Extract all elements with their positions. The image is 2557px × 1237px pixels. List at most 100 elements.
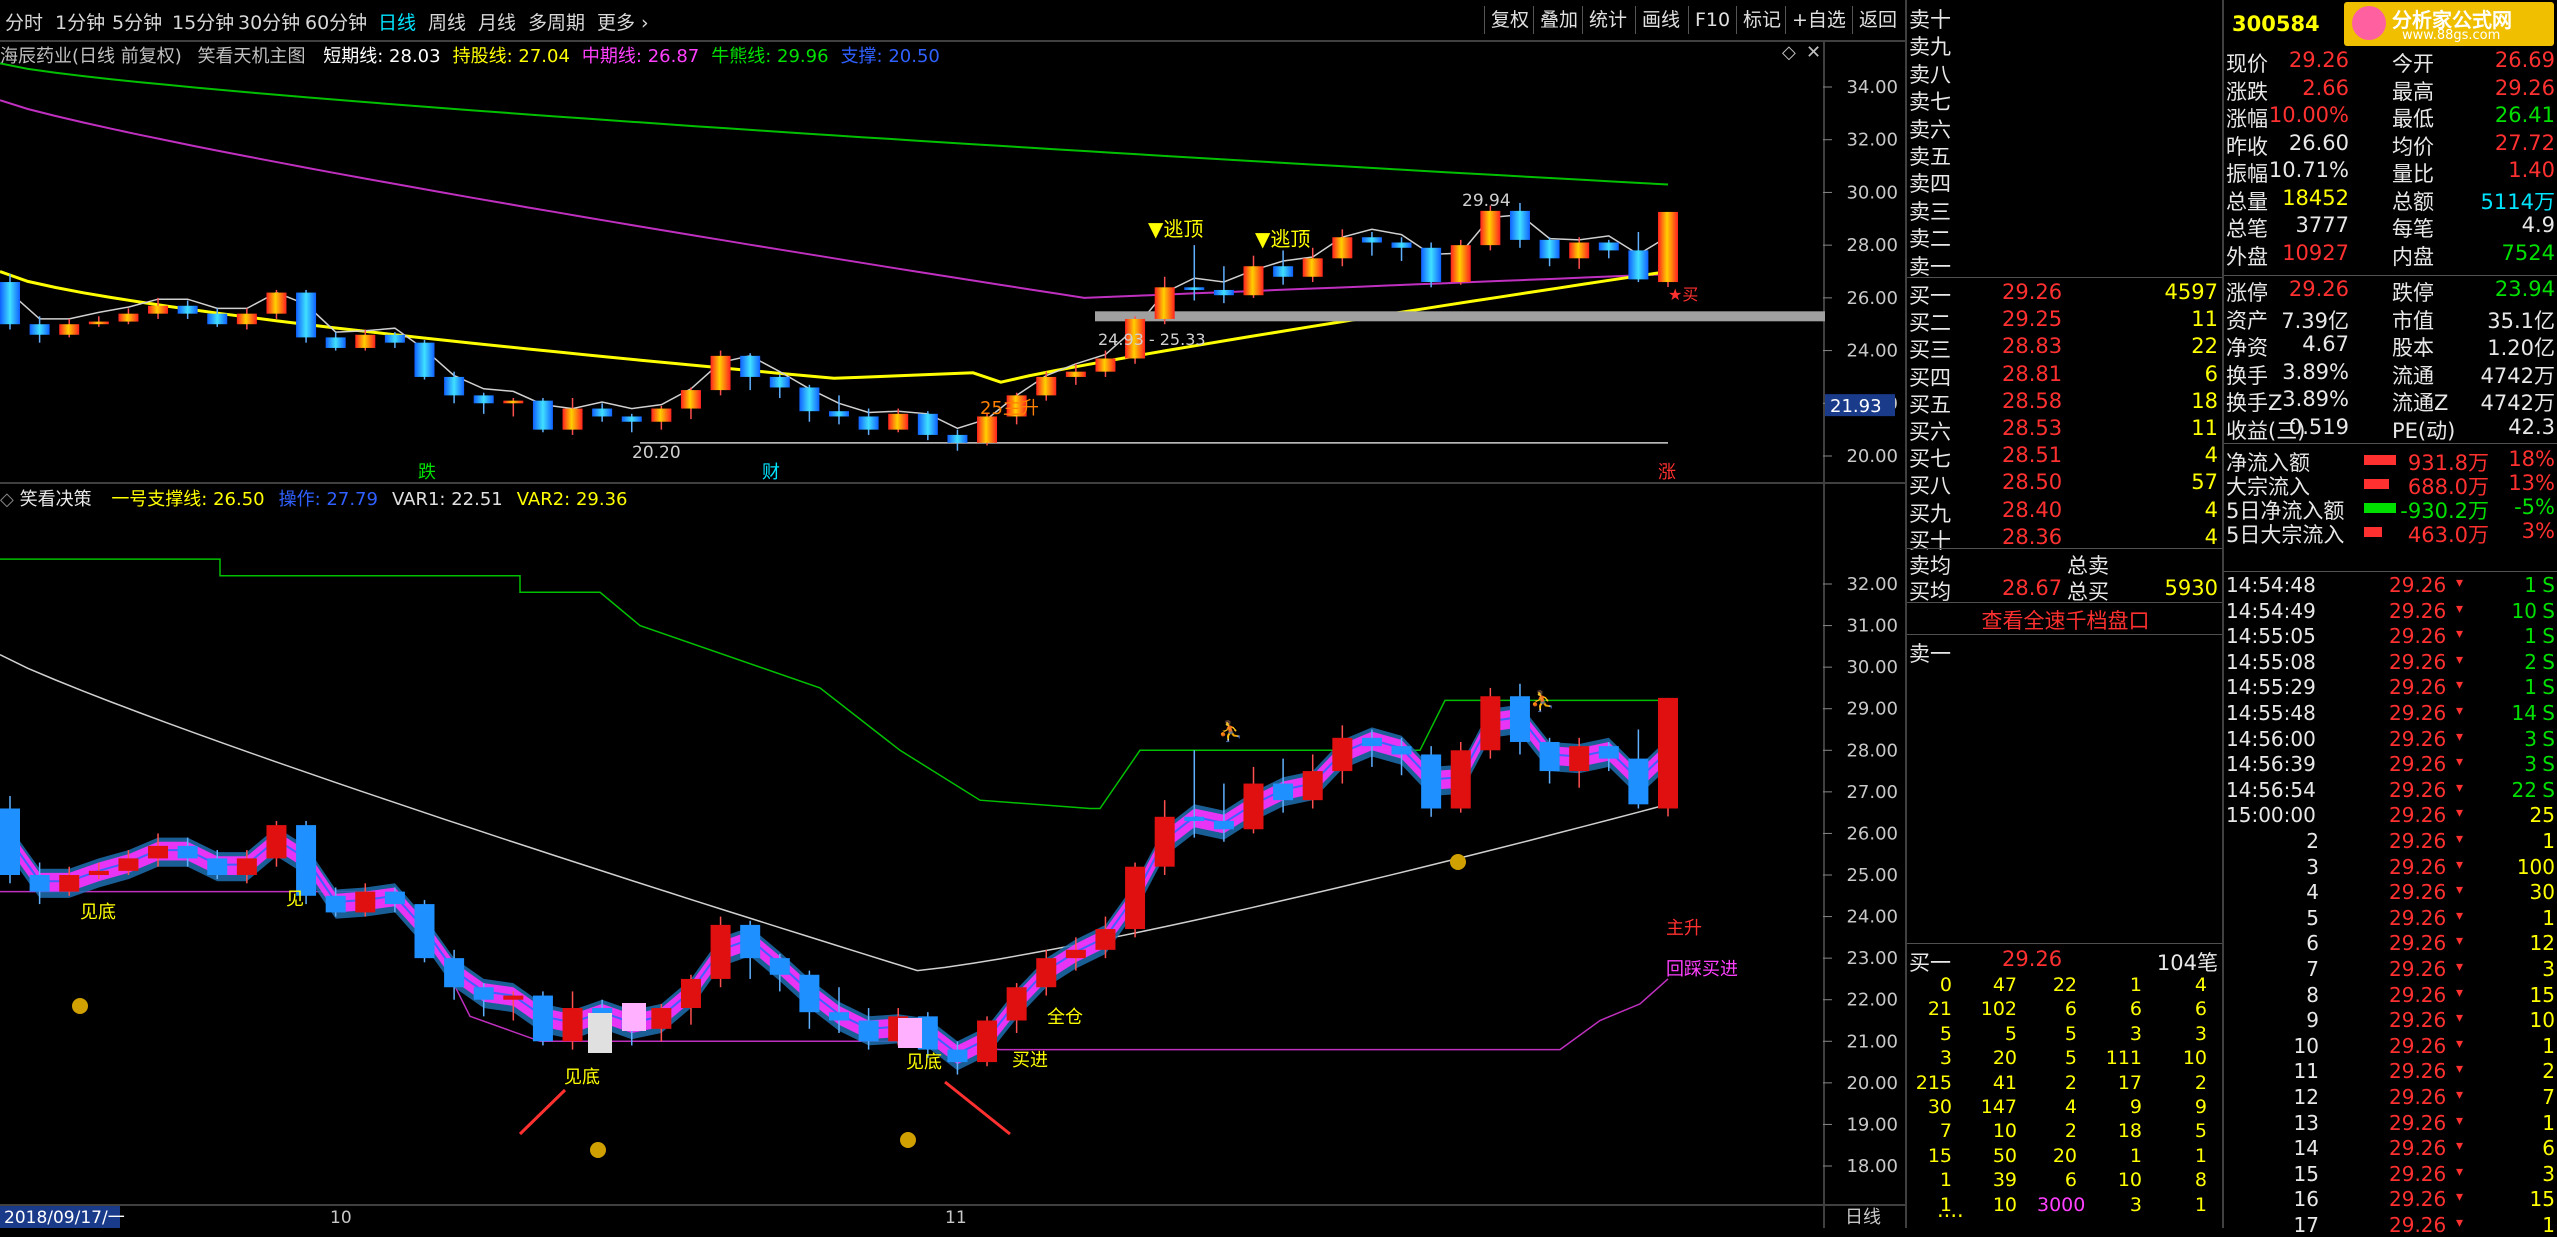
main-candle[interactable]	[1154, 287, 1175, 319]
main-candle[interactable]	[947, 434, 968, 443]
main-candle[interactable]	[1243, 266, 1264, 296]
sub-candle[interactable]	[1450, 750, 1471, 809]
main-candle[interactable]	[1539, 239, 1560, 259]
kline-chart-area[interactable]: 34.00 32.00 30.00 28.00 26.00 24.00 22.00 20.00…	[0, 40, 1905, 1228]
period-9[interactable]: 多周期	[528, 8, 585, 35]
main-candle[interactable]	[296, 292, 317, 338]
main-candle[interactable]	[917, 413, 938, 435]
sub-candle[interactable]	[1332, 737, 1353, 772]
indicator-name[interactable]: 笑看天机主图	[198, 46, 306, 67]
sub-candle[interactable]	[148, 845, 169, 859]
main-candle[interactable]	[651, 408, 672, 422]
period-1[interactable]: 1分钟	[55, 8, 105, 35]
sub-candle[interactable]	[88, 870, 109, 875]
main-candle[interactable]	[1391, 242, 1412, 248]
sub-candle[interactable]	[858, 1020, 879, 1042]
main-candle[interactable]	[207, 313, 228, 325]
sub-candle[interactable]	[325, 895, 346, 913]
sub-candle[interactable]	[947, 1049, 968, 1063]
sub-candle[interactable]	[1095, 929, 1116, 950]
full-depth-link[interactable]: 查看全速千档盘口	[1907, 605, 2224, 635]
main-candle[interactable]	[503, 400, 524, 404]
period-2[interactable]: 5分钟	[112, 8, 162, 35]
toolbar-button-5[interactable]: 标记	[1736, 6, 1787, 34]
toolbar-button-0[interactable]: 复权	[1484, 6, 1535, 34]
main-candle[interactable]	[977, 416, 998, 443]
main-candle[interactable]	[888, 413, 909, 430]
sub-candle[interactable]	[977, 1020, 998, 1063]
sub-candle[interactable]	[1006, 987, 1027, 1021]
sub-candle[interactable]	[562, 1008, 583, 1042]
period-0[interactable]: 分时	[5, 8, 43, 35]
sub-candle[interactable]	[0, 808, 20, 875]
main-candle[interactable]	[1598, 242, 1619, 251]
toolbar-button-7[interactable]: 返回	[1852, 6, 1903, 34]
main-candle[interactable]	[1480, 210, 1501, 246]
sub-candle[interactable]	[1569, 746, 1590, 772]
main-candle[interactable]	[621, 416, 642, 422]
toolbar-button-4[interactable]: F10	[1688, 6, 1736, 34]
sub-candle[interactable]	[1125, 866, 1146, 930]
period-4[interactable]: 30分钟	[238, 8, 300, 35]
sub-candle[interactable]	[29, 875, 50, 892]
main-candle[interactable]	[680, 390, 701, 409]
sub-chart-title[interactable]: 笑看决策	[20, 489, 92, 510]
main-candle[interactable]	[532, 400, 553, 430]
sub-candle[interactable]	[1391, 746, 1412, 755]
main-candle[interactable]	[710, 355, 731, 391]
main-candle[interactable]	[799, 387, 820, 412]
main-candle[interactable]	[740, 355, 761, 377]
main-candle[interactable]	[592, 408, 613, 417]
sub-candle[interactable]	[59, 875, 80, 892]
sub-candle[interactable]	[532, 995, 553, 1042]
sub-candle[interactable]	[207, 858, 228, 875]
main-candle[interactable]	[444, 376, 465, 396]
main-candle[interactable]	[59, 324, 80, 335]
sub-candle[interactable]	[296, 825, 317, 896]
main-candle[interactable]	[1332, 237, 1353, 259]
main-candle[interactable]	[1302, 258, 1323, 277]
sub-candle[interactable]	[1480, 696, 1501, 751]
toolbar-button-6[interactable]: +自选	[1785, 6, 1852, 34]
sub-candle[interactable]	[1273, 783, 1294, 801]
close-icon[interactable]: ✕	[1806, 42, 1821, 63]
sub-candle[interactable]	[740, 924, 761, 959]
sub-candle[interactable]	[1421, 754, 1442, 809]
sub-candle[interactable]	[1213, 820, 1234, 830]
sub-candle[interactable]	[236, 858, 257, 875]
sub-candle[interactable]	[799, 974, 820, 1013]
sub-candle[interactable]	[769, 958, 790, 975]
main-candle[interactable]	[29, 324, 50, 335]
sub-candle[interactable]	[1361, 737, 1382, 747]
sub-candle[interactable]	[384, 891, 405, 905]
sub-candle[interactable]	[1154, 816, 1175, 867]
toolbar-button-2[interactable]: 统计	[1582, 6, 1633, 34]
main-candle[interactable]	[1273, 266, 1294, 277]
main-candle[interactable]	[1569, 242, 1590, 259]
period-5[interactable]: 60分钟	[305, 8, 367, 35]
main-candle[interactable]	[1421, 247, 1442, 283]
sub-candle[interactable]	[266, 825, 287, 859]
sub-candle[interactable]	[355, 891, 376, 913]
main-candle[interactable]	[148, 305, 169, 314]
main-candle[interactable]	[1658, 211, 1678, 283]
sub-candle[interactable]	[1243, 783, 1264, 830]
sub-candle[interactable]	[1539, 741, 1560, 772]
sub-candle[interactable]	[414, 904, 435, 959]
diamond-icon[interactable]: ◇	[1782, 42, 1796, 63]
sub-candle[interactable]	[473, 987, 494, 1000]
sub-candle[interactable]	[1302, 771, 1323, 801]
period-3[interactable]: 15分钟	[172, 8, 234, 35]
period-7[interactable]: 周线	[428, 8, 466, 35]
sub-candle[interactable]	[651, 1008, 672, 1029]
main-candle[interactable]	[325, 337, 346, 348]
main-candle[interactable]	[1628, 250, 1649, 280]
main-candle[interactable]	[769, 376, 790, 388]
sub-candle[interactable]	[710, 924, 731, 979]
main-candle[interactable]	[1213, 289, 1234, 296]
main-candle[interactable]	[829, 411, 849, 417]
main-candle[interactable]	[562, 408, 583, 430]
main-candle[interactable]	[0, 282, 20, 325]
period-6[interactable]: 日线	[378, 8, 416, 35]
sub-candle[interactable]	[1509, 696, 1530, 742]
